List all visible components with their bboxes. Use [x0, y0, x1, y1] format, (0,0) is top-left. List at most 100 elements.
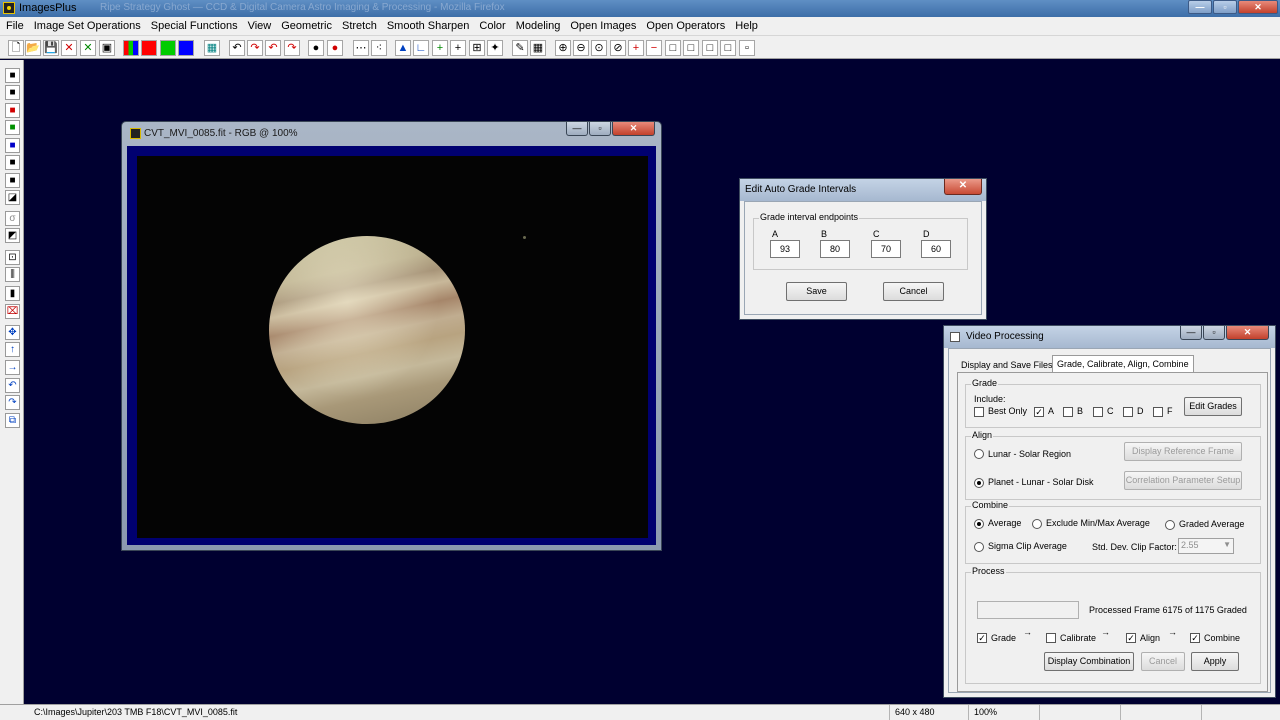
save-icon[interactable]: 💾: [43, 40, 59, 56]
record-red-icon[interactable]: ●: [327, 40, 343, 56]
save-icon[interactable]: ■: [5, 68, 20, 83]
exclude-min-max-radio[interactable]: [1032, 519, 1042, 529]
crop-icon[interactable]: ⌧: [5, 304, 20, 319]
grade-b-input[interactable]: 80: [820, 240, 850, 258]
rotate-left-icon[interactable]: ↶: [5, 378, 20, 393]
edit-grades-button[interactable]: Edit Grades: [1184, 397, 1242, 416]
zoom-fit-icon[interactable]: ⊙: [591, 40, 607, 56]
vertical-bar-icon[interactable]: ▮: [5, 286, 20, 301]
crosshair-green-icon[interactable]: +: [432, 40, 448, 56]
menu-stretch[interactable]: Stretch: [337, 20, 382, 32]
center-icon[interactable]: ⊡: [5, 250, 20, 265]
blue-channel-icon[interactable]: [178, 40, 194, 56]
invert-icon[interactable]: ■: [5, 173, 20, 188]
menu-image-set-operations[interactable]: Image Set Operations: [29, 20, 146, 32]
menu-help[interactable]: Help: [730, 20, 763, 32]
redo-red-icon[interactable]: ↷: [284, 40, 300, 56]
clip-factor-select[interactable]: 2.55 ▼: [1178, 538, 1234, 554]
grade-d-checkbox[interactable]: [1123, 407, 1133, 417]
video-maximize-button[interactable]: ▫: [1203, 326, 1225, 340]
undo-red-icon[interactable]: ↶: [265, 40, 281, 56]
apply-button[interactable]: Apply: [1191, 652, 1239, 671]
menu-smooth-sharpen[interactable]: Smooth Sharpen: [382, 20, 475, 32]
new-file-icon[interactable]: 🗋: [8, 40, 24, 56]
step-calibrate-checkbox[interactable]: [1046, 633, 1056, 643]
lunar-solar-region-radio[interactable]: [974, 449, 984, 459]
curve-icon[interactable]: ∟: [413, 40, 429, 56]
menu-file[interactable]: File: [1, 20, 29, 32]
image-minimize-button[interactable]: —: [566, 122, 588, 136]
image-maximize-button[interactable]: ▫: [589, 122, 611, 136]
grayscale-icon[interactable]: ▦: [204, 40, 220, 56]
display-reference-frame-button[interactable]: Display Reference Frame: [1124, 442, 1242, 461]
move-icon[interactable]: ✥: [5, 325, 20, 340]
step-align-checkbox[interactable]: ✓: [1126, 633, 1136, 643]
record-icon[interactable]: ●: [308, 40, 324, 56]
menu-special-functions[interactable]: Special Functions: [146, 20, 243, 32]
box-1-icon[interactable]: □: [665, 40, 681, 56]
green-channel-icon[interactable]: [160, 40, 176, 56]
planet-lunar-solar-disk-radio[interactable]: [974, 478, 984, 488]
grid-dim-icon[interactable]: ⊞: [469, 40, 485, 56]
add-red-icon[interactable]: +: [628, 40, 644, 56]
pencil-icon[interactable]: ✎: [512, 40, 528, 56]
rotate-right-icon[interactable]: ↷: [5, 395, 20, 410]
arrow-up-icon[interactable]: ↑: [5, 342, 20, 357]
subtract-red-icon[interactable]: −: [646, 40, 662, 56]
green-channel-icon[interactable]: ■: [5, 120, 20, 135]
step-combine-checkbox[interactable]: ✓: [1190, 633, 1200, 643]
cancel-button[interactable]: Cancel: [883, 282, 944, 301]
black-square-icon[interactable]: ■: [5, 85, 20, 100]
grade-d-input[interactable]: 60: [921, 240, 951, 258]
box-small-icon[interactable]: ▫: [739, 40, 755, 56]
maximize-button[interactable]: ▫: [1213, 0, 1237, 14]
display-combination-button[interactable]: Display Combination: [1044, 652, 1134, 671]
image-window[interactable]: CVT_MVI_0085.fit - RGB @ 100% — ▫ ✕: [121, 121, 662, 551]
bars-icon[interactable]: ⫼: [5, 267, 20, 282]
arrow-right-icon[interactable]: →: [5, 360, 20, 375]
red-channel-icon[interactable]: ■: [5, 103, 20, 118]
grid-icon[interactable]: ▦: [530, 40, 546, 56]
close-green-x-icon[interactable]: ✕: [80, 40, 96, 56]
zoom-out-icon[interactable]: ⊖: [573, 40, 589, 56]
save-button[interactable]: Save: [786, 282, 847, 301]
best-only-checkbox[interactable]: [974, 407, 984, 417]
menu-view[interactable]: View: [243, 20, 277, 32]
box-2-icon[interactable]: □: [683, 40, 699, 56]
zoom-in-icon[interactable]: ⊕: [555, 40, 571, 56]
box-3-icon[interactable]: □: [702, 40, 718, 56]
zoom-actual-icon[interactable]: ⊘: [610, 40, 626, 56]
black-white-icon[interactable]: ■: [5, 155, 20, 170]
process-cancel-button[interactable]: Cancel: [1141, 652, 1185, 671]
tab-grade-calibrate[interactable]: Grade, Calibrate, Align, Combine: [1052, 355, 1194, 373]
image-close-button[interactable]: ✕: [612, 122, 655, 136]
grade-a-input[interactable]: 93: [770, 240, 800, 258]
minimize-button[interactable]: —: [1188, 0, 1212, 14]
rgb-channels-icon[interactable]: [123, 40, 139, 56]
undo-icon[interactable]: ↶: [229, 40, 245, 56]
stars-icon[interactable]: ✦: [487, 40, 503, 56]
edit-grades-close-button[interactable]: ✕: [944, 179, 982, 195]
close-red-x-icon[interactable]: ✕: [61, 40, 77, 56]
sigma-clip-radio[interactable]: [974, 542, 984, 552]
copy-icon[interactable]: ▣: [99, 40, 115, 56]
grade-c-checkbox[interactable]: [1093, 407, 1103, 417]
video-close-button[interactable]: ✕: [1226, 326, 1269, 340]
average-radio[interactable]: [974, 519, 984, 529]
redo-icon[interactable]: ↷: [247, 40, 263, 56]
blue-channel-icon[interactable]: ■: [5, 138, 20, 153]
menu-geometric[interactable]: Geometric: [276, 20, 337, 32]
flip-icon[interactable]: ⧉: [5, 413, 20, 428]
crosshair-icon[interactable]: +: [450, 40, 466, 56]
video-minimize-button[interactable]: —: [1180, 326, 1202, 340]
close-button[interactable]: ✕: [1238, 0, 1278, 14]
mask-icon[interactable]: ◪: [5, 190, 20, 205]
menu-open-images[interactable]: Open Images: [565, 20, 641, 32]
menu-color[interactable]: Color: [474, 20, 510, 32]
gamma-icon[interactable]: σ: [5, 211, 20, 226]
menu-open-operators[interactable]: Open Operators: [641, 20, 730, 32]
graded-average-radio[interactable]: [1165, 520, 1175, 530]
open-folder-icon[interactable]: 📂: [25, 40, 41, 56]
menu-modeling[interactable]: Modeling: [511, 20, 566, 32]
dotted-line-icon[interactable]: ⋯: [353, 40, 369, 56]
